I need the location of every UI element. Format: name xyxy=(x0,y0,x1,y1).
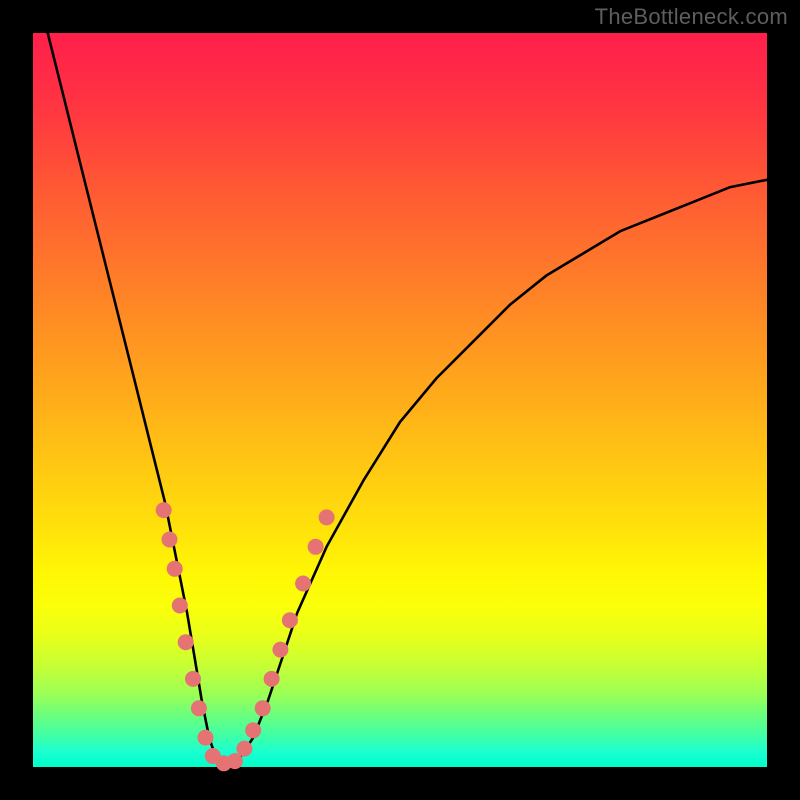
chart-frame: TheBottleneck.com xyxy=(0,0,800,800)
data-point xyxy=(198,730,214,746)
data-point xyxy=(319,509,335,525)
chart-svg xyxy=(33,33,767,767)
data-point xyxy=(162,532,178,548)
data-point xyxy=(295,576,311,592)
data-points-group xyxy=(156,502,335,771)
data-point xyxy=(282,612,298,628)
plot-area xyxy=(33,33,767,767)
data-point xyxy=(156,502,172,518)
data-point xyxy=(236,741,252,757)
data-point xyxy=(172,598,188,614)
data-point xyxy=(308,539,324,555)
data-point xyxy=(178,634,194,650)
data-point xyxy=(167,561,183,577)
data-point xyxy=(185,671,201,687)
watermark-text: TheBottleneck.com xyxy=(595,4,788,30)
data-point xyxy=(191,700,207,716)
data-point xyxy=(272,642,288,658)
data-point xyxy=(264,671,280,687)
data-point xyxy=(245,722,261,738)
data-point xyxy=(255,700,271,716)
bottleneck-curve xyxy=(48,33,767,767)
